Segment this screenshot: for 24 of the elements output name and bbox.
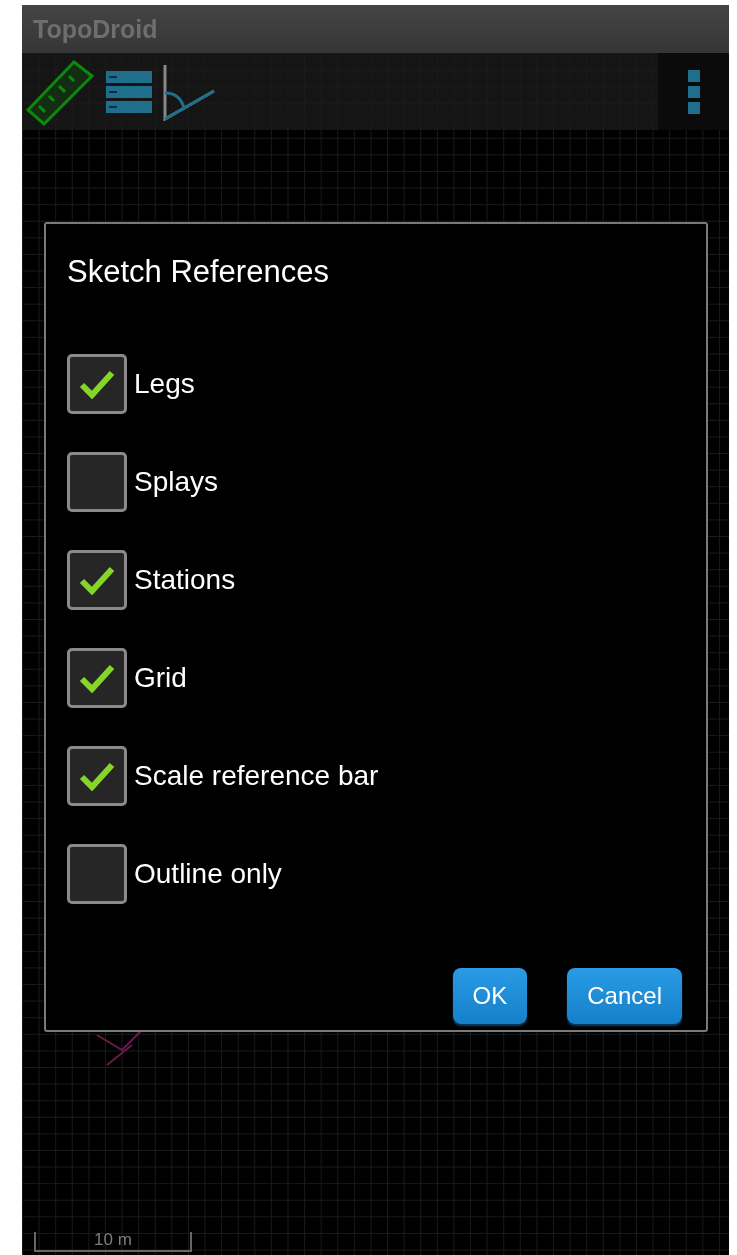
option-label: Scale reference bar: [134, 760, 379, 792]
checkmark-icon: [79, 663, 115, 693]
angle-icon[interactable]: [162, 62, 216, 121]
option-label: Splays: [134, 466, 219, 498]
overflow-menu-icon[interactable]: [687, 69, 700, 114]
scale-label: 10 m: [94, 1230, 132, 1250]
list-icon[interactable]: [106, 68, 152, 115]
cancel-button[interactable]: Cancel: [567, 968, 682, 1024]
ruler-icon[interactable]: [24, 57, 96, 126]
checkbox[interactable]: [67, 648, 127, 708]
checkmark-icon: [79, 761, 115, 791]
checkbox[interactable]: [67, 844, 127, 904]
checkmark-icon: [79, 369, 115, 399]
checkmark-icon: [79, 565, 115, 595]
checkbox[interactable]: [67, 452, 127, 512]
option-label: Grid: [134, 662, 187, 694]
checkbox[interactable]: [67, 746, 127, 806]
ok-button[interactable]: OK: [452, 968, 528, 1024]
checkbox[interactable]: [67, 354, 127, 414]
option-label: Stations: [134, 564, 236, 596]
dialog-title: Sketch References: [67, 254, 330, 290]
option-label: Legs: [134, 368, 195, 400]
option-label: Outline only: [134, 858, 282, 890]
checkbox[interactable]: [67, 550, 127, 610]
